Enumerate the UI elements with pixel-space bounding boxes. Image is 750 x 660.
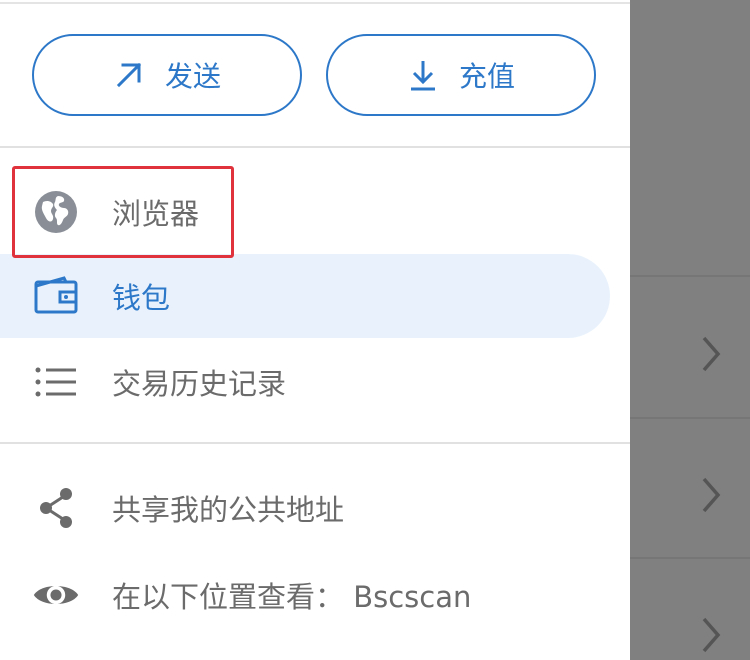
section-divider: [0, 442, 630, 444]
menu-item-view-on-explorer[interactable]: 在以下位置查看： Bscscan: [0, 553, 610, 637]
list-icon: [32, 358, 80, 406]
deposit-label: 充值: [458, 60, 515, 93]
background-row-divider: [630, 557, 750, 559]
menu-item-label: 共享我的公共地址: [112, 493, 345, 527]
menu-item-wallet[interactable]: 钱包: [0, 254, 610, 338]
menu-item-label: 钱包: [112, 281, 171, 315]
send-label: 发送: [164, 60, 221, 93]
globe-icon: [32, 188, 80, 236]
send-button[interactable]: 发送: [32, 34, 302, 116]
arrow-up-right-icon: [113, 59, 145, 91]
background-row-divider: [630, 275, 750, 277]
deposit-button[interactable]: 充值: [326, 34, 596, 116]
section-divider: [0, 146, 630, 148]
background-row-divider: [630, 417, 750, 419]
chevron-right-icon[interactable]: [698, 615, 726, 655]
side-drawer: 发送 充值 浏览器 钱包 交易历史记录 共享我的公共地址 在以下位置查看： Bs…: [0, 0, 630, 660]
chevron-right-icon[interactable]: [698, 475, 726, 515]
menu-item-label: 在以下位置查看： Bscscan: [112, 580, 472, 614]
share-icon: [32, 484, 80, 532]
menu-item-transaction-history[interactable]: 交易历史记录: [0, 340, 610, 424]
menu-item-browser[interactable]: 浏览器: [0, 170, 610, 254]
eye-icon: [32, 571, 80, 619]
chevron-right-icon[interactable]: [698, 334, 726, 374]
wallet-icon: [32, 272, 80, 320]
menu-item-label: 交易历史记录: [112, 367, 287, 401]
top-divider: [0, 2, 630, 4]
download-icon: [407, 59, 439, 91]
menu-item-label: 浏览器: [112, 197, 200, 231]
background-overlay[interactable]: [630, 0, 750, 660]
menu-item-share-address[interactable]: 共享我的公共地址: [0, 466, 610, 550]
